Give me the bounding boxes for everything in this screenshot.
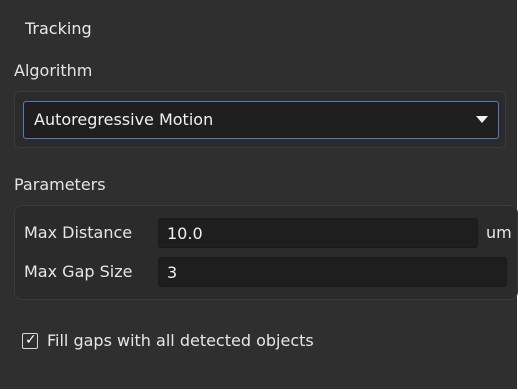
max-gap-size-label: Max Gap Size [24, 262, 133, 281]
checkmark-icon: ✓ [25, 332, 37, 348]
max-distance-label: Max Distance [24, 223, 133, 242]
algorithm-select-container: Autoregressive Motion [14, 91, 506, 148]
max-distance-value: 10.0 [167, 224, 203, 243]
max-distance-unit: um [486, 223, 512, 242]
panel-title: Tracking [25, 19, 92, 38]
algorithm-label: Algorithm [14, 61, 93, 80]
fill-gaps-checkbox[interactable]: ✓ [22, 332, 38, 349]
fill-gaps-label[interactable]: Fill gaps with all detected objects [47, 330, 314, 352]
tracking-panel: Tracking Algorithm Autoregressive Motion… [0, 0, 518, 389]
max-gap-size-input[interactable]: 3 [158, 257, 507, 287]
chevron-down-icon[interactable] [476, 116, 488, 123]
parameters-label: Parameters [14, 175, 106, 194]
algorithm-selected-value: Autoregressive Motion [34, 110, 214, 129]
algorithm-select[interactable]: Autoregressive Motion [23, 101, 499, 139]
parameters-group: Max Distance 10.0 um Max Gap Size 3 [14, 205, 518, 300]
max-gap-size-value: 3 [167, 263, 178, 282]
max-distance-input[interactable]: 10.0 [158, 218, 478, 248]
